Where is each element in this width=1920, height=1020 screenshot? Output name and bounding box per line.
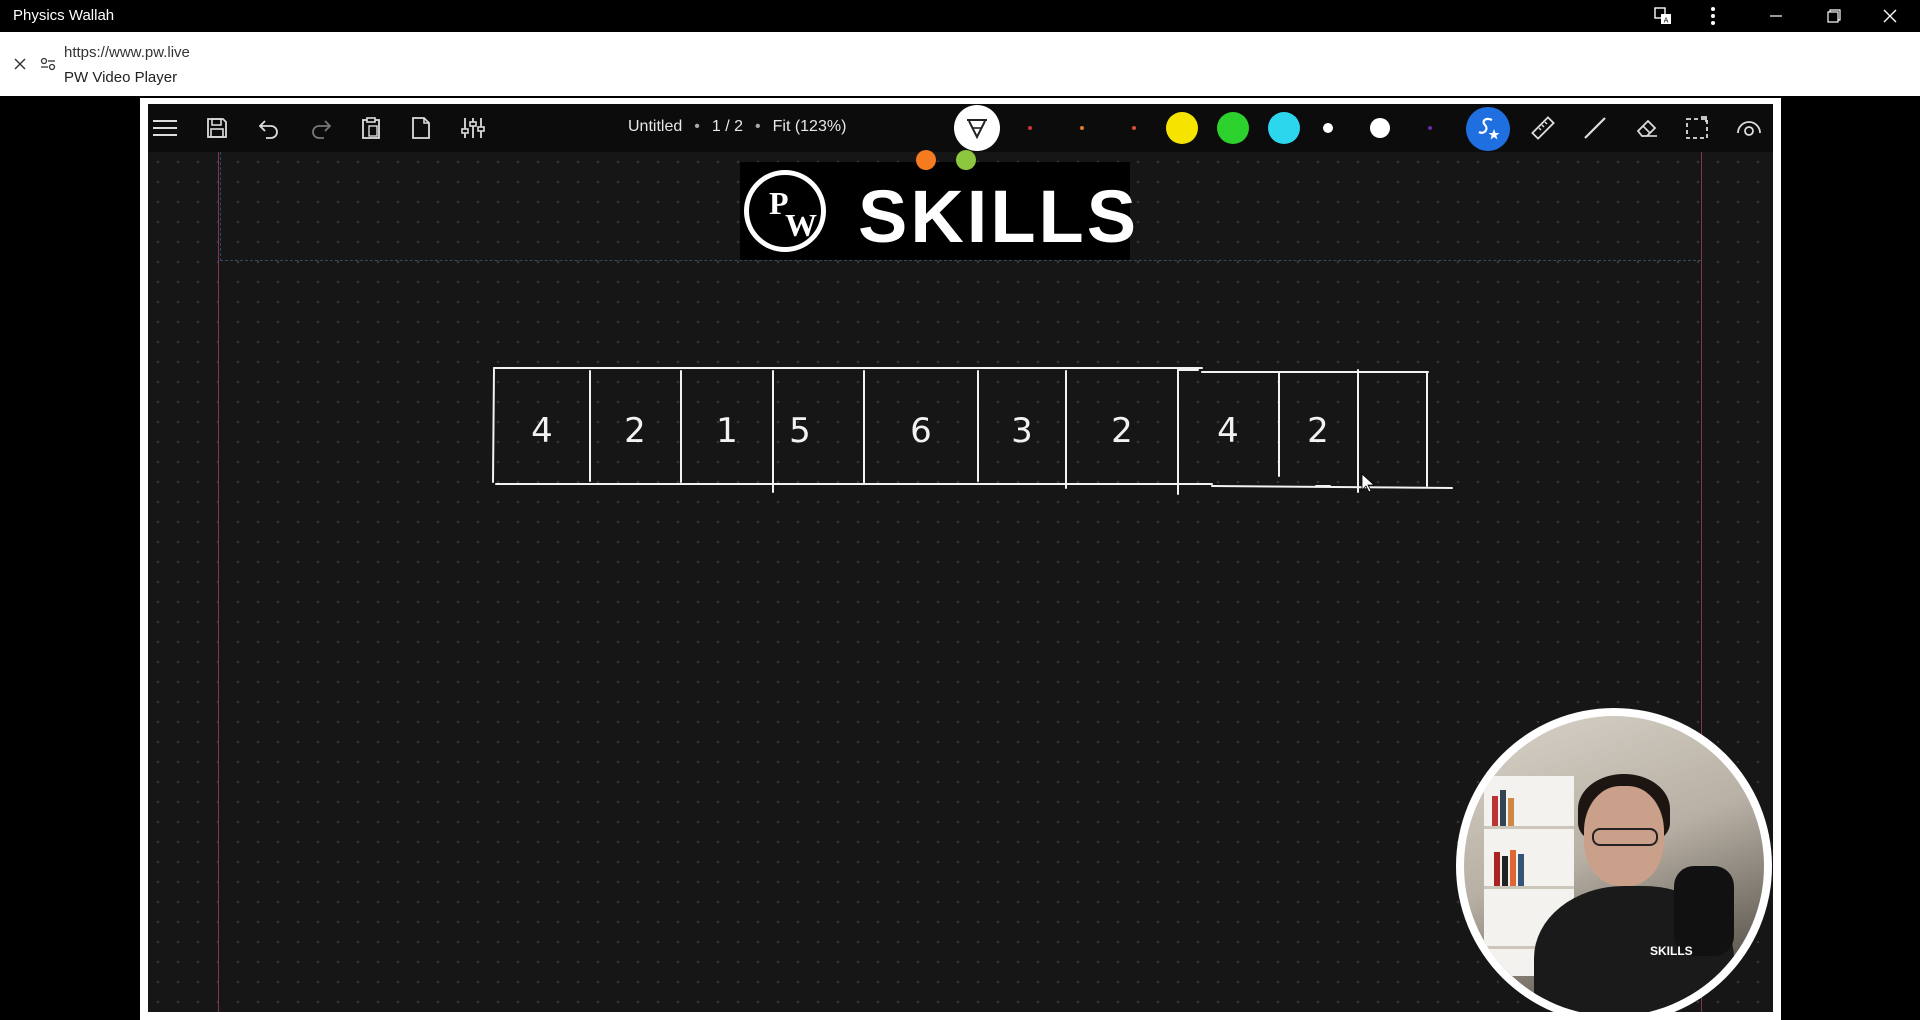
array-cell-value: 2 <box>1307 411 1329 451</box>
close-icon[interactable] <box>10 52 30 76</box>
document-title: Untitled <box>628 118 683 135</box>
line-tool-icon <box>1578 111 1612 145</box>
whiteboard-canvas: P W SKILLS 4 2 1 5 6 3 2 4 2 SKILLS <box>148 150 1773 1012</box>
minimize-button[interactable] <box>1756 0 1796 32</box>
pen-tool-icon <box>954 105 1000 151</box>
array-cell-value: 4 <box>1217 411 1239 451</box>
green-swatch <box>1217 112 1249 144</box>
orange-dot-swatch <box>1080 126 1084 130</box>
clipboard-icon <box>354 111 388 145</box>
page-indicator: 1 / 2 <box>711 118 743 135</box>
instructor-webcam: SKILLS <box>1456 708 1772 1012</box>
array-cell-value: 5 <box>789 411 811 451</box>
ruler-icon <box>1526 111 1560 145</box>
array-cell-value: 2 <box>624 411 646 451</box>
site-settings-icon[interactable] <box>38 52 58 76</box>
restore-button[interactable] <box>1814 0 1854 32</box>
webcam-video: SKILLS <box>1464 716 1764 1012</box>
red-dot-swatch <box>1028 126 1032 130</box>
video-player[interactable]: Untitled • 1 / 2 • Fit (123%) P W SKILLS… <box>140 98 1781 1020</box>
redo-icon <box>304 111 338 145</box>
view-mode-icon <box>1732 111 1766 145</box>
window-title-bar: Physics Wallah A <box>0 0 1920 32</box>
undo-icon <box>252 111 286 145</box>
zoom-level: Fit (123%) <box>772 118 847 135</box>
document-status: Untitled • 1 / 2 • Fit (123%) <box>628 118 846 136</box>
white-small-swatch <box>1323 123 1333 133</box>
page-icon <box>404 111 438 145</box>
array-cell-value: 1 <box>716 411 738 451</box>
app-address-bar: https://www.pw.live PW Video Player <box>0 32 1920 96</box>
mouse-cursor-icon <box>1361 473 1376 493</box>
array-cell-value: 3 <box>1011 411 1033 451</box>
menu-icon <box>148 111 182 145</box>
smart-pen-icon <box>1466 107 1510 151</box>
white-large-swatch <box>1370 118 1390 138</box>
selection-icon <box>1680 111 1714 145</box>
svg-text:A: A <box>1664 17 1669 25</box>
eraser-icon <box>1630 111 1664 145</box>
settings-sliders-icon <box>456 111 490 145</box>
yellow-swatch <box>1166 112 1198 144</box>
separator-dot: • <box>694 118 700 135</box>
more-options-icon[interactable] <box>1700 0 1726 32</box>
array-cell-value: 6 <box>910 411 932 451</box>
shirt-logo-text: SKILLS <box>1650 944 1693 958</box>
url-text[interactable]: https://www.pw.live <box>64 44 190 61</box>
array-cell-value: 2 <box>1111 411 1133 451</box>
translate-icon[interactable]: A <box>1650 0 1676 32</box>
save-icon <box>200 111 234 145</box>
close-window-button[interactable] <box>1870 0 1910 32</box>
array-cell-value: 4 <box>531 411 553 451</box>
window-title: Physics Wallah <box>13 7 115 24</box>
cyan-swatch <box>1268 112 1300 144</box>
microphone <box>1674 866 1734 956</box>
separator-dot: • <box>755 118 761 135</box>
red-dot-swatch <box>1132 126 1136 130</box>
purple-dot-swatch <box>1428 126 1432 130</box>
page-title: PW Video Player <box>64 69 178 86</box>
video-frame: Untitled • 1 / 2 • Fit (123%) P W SKILLS… <box>148 104 1773 1012</box>
whiteboard-toolbar: Untitled • 1 / 2 • Fit (123%) <box>148 104 1773 152</box>
glasses <box>1592 828 1658 846</box>
